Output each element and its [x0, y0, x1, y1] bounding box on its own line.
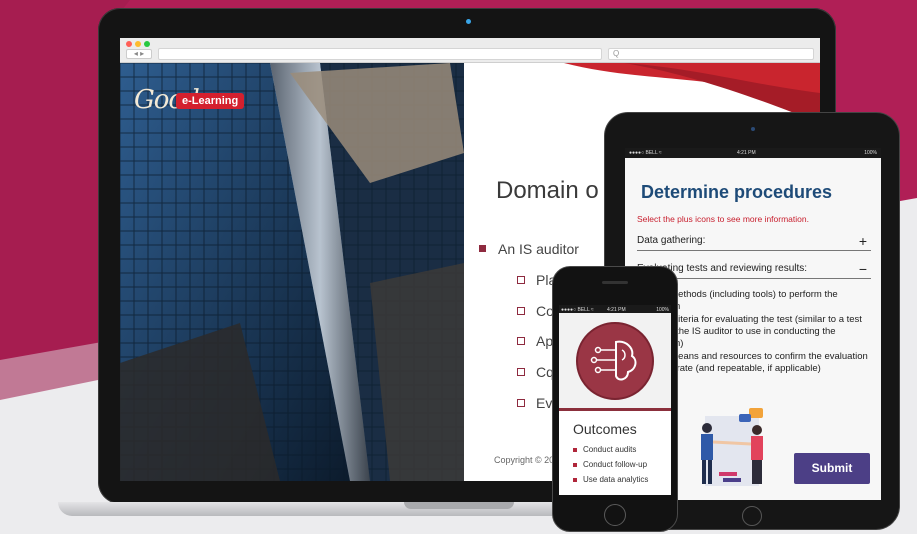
tablet-home-button[interactable] [742, 506, 762, 526]
building-photo [120, 63, 464, 481]
good-elearning-logo: Good e-Learning [134, 85, 245, 115]
outcomes-hero [559, 313, 671, 411]
laptop-notch [404, 502, 514, 509]
brain-circuit-icon [576, 322, 654, 400]
tablet-camera [751, 127, 755, 131]
outcome-item: Conduct audits [572, 445, 637, 454]
copyright-text: Copyright © 20 [494, 455, 555, 465]
phone-device: ●●●●○ BELL ≈ 4:21 PM 100% Outcomes Condu… [552, 266, 678, 532]
accordion-data-gathering[interactable]: Data gathering: + [637, 231, 871, 251]
minus-icon[interactable]: − [859, 259, 867, 279]
browser-toolbar: ◂ ▸ Q [120, 38, 820, 63]
instruction-text: Select the plus icons to see more inform… [637, 214, 809, 224]
sub-bullet: Ev [516, 395, 553, 411]
outcomes-title: Outcomes [573, 421, 637, 437]
submit-button[interactable]: Submit [794, 453, 870, 484]
browser-search-field[interactable]: Q [608, 48, 814, 60]
tablet-status-bar: ●●●●○ BELL ≈ 4:21 PM 100% [625, 148, 881, 158]
maximize-window-button[interactable] [144, 41, 150, 47]
phone-home-button[interactable] [604, 504, 626, 526]
address-bar[interactable] [158, 48, 602, 60]
plus-icon[interactable]: + [859, 231, 867, 251]
minimize-window-button[interactable] [135, 41, 141, 47]
slide-title: Domain o [496, 177, 599, 204]
outcome-item: Conduct follow-up [572, 460, 648, 469]
laptop-camera [466, 19, 471, 24]
bullet-main: An IS auditor [479, 241, 579, 257]
phone-screen: ●●●●○ BELL ≈ 4:21 PM 100% Outcomes Condu… [559, 305, 671, 495]
phone-speaker [602, 281, 628, 284]
back-forward-buttons[interactable]: ◂ ▸ [126, 49, 152, 59]
outcome-item: Use data analytics [572, 475, 649, 484]
close-window-button[interactable] [126, 41, 132, 47]
page-title: Determine procedures [641, 182, 833, 202]
sub-bullet: Ap [516, 333, 554, 349]
handshake-illustration [701, 408, 763, 486]
